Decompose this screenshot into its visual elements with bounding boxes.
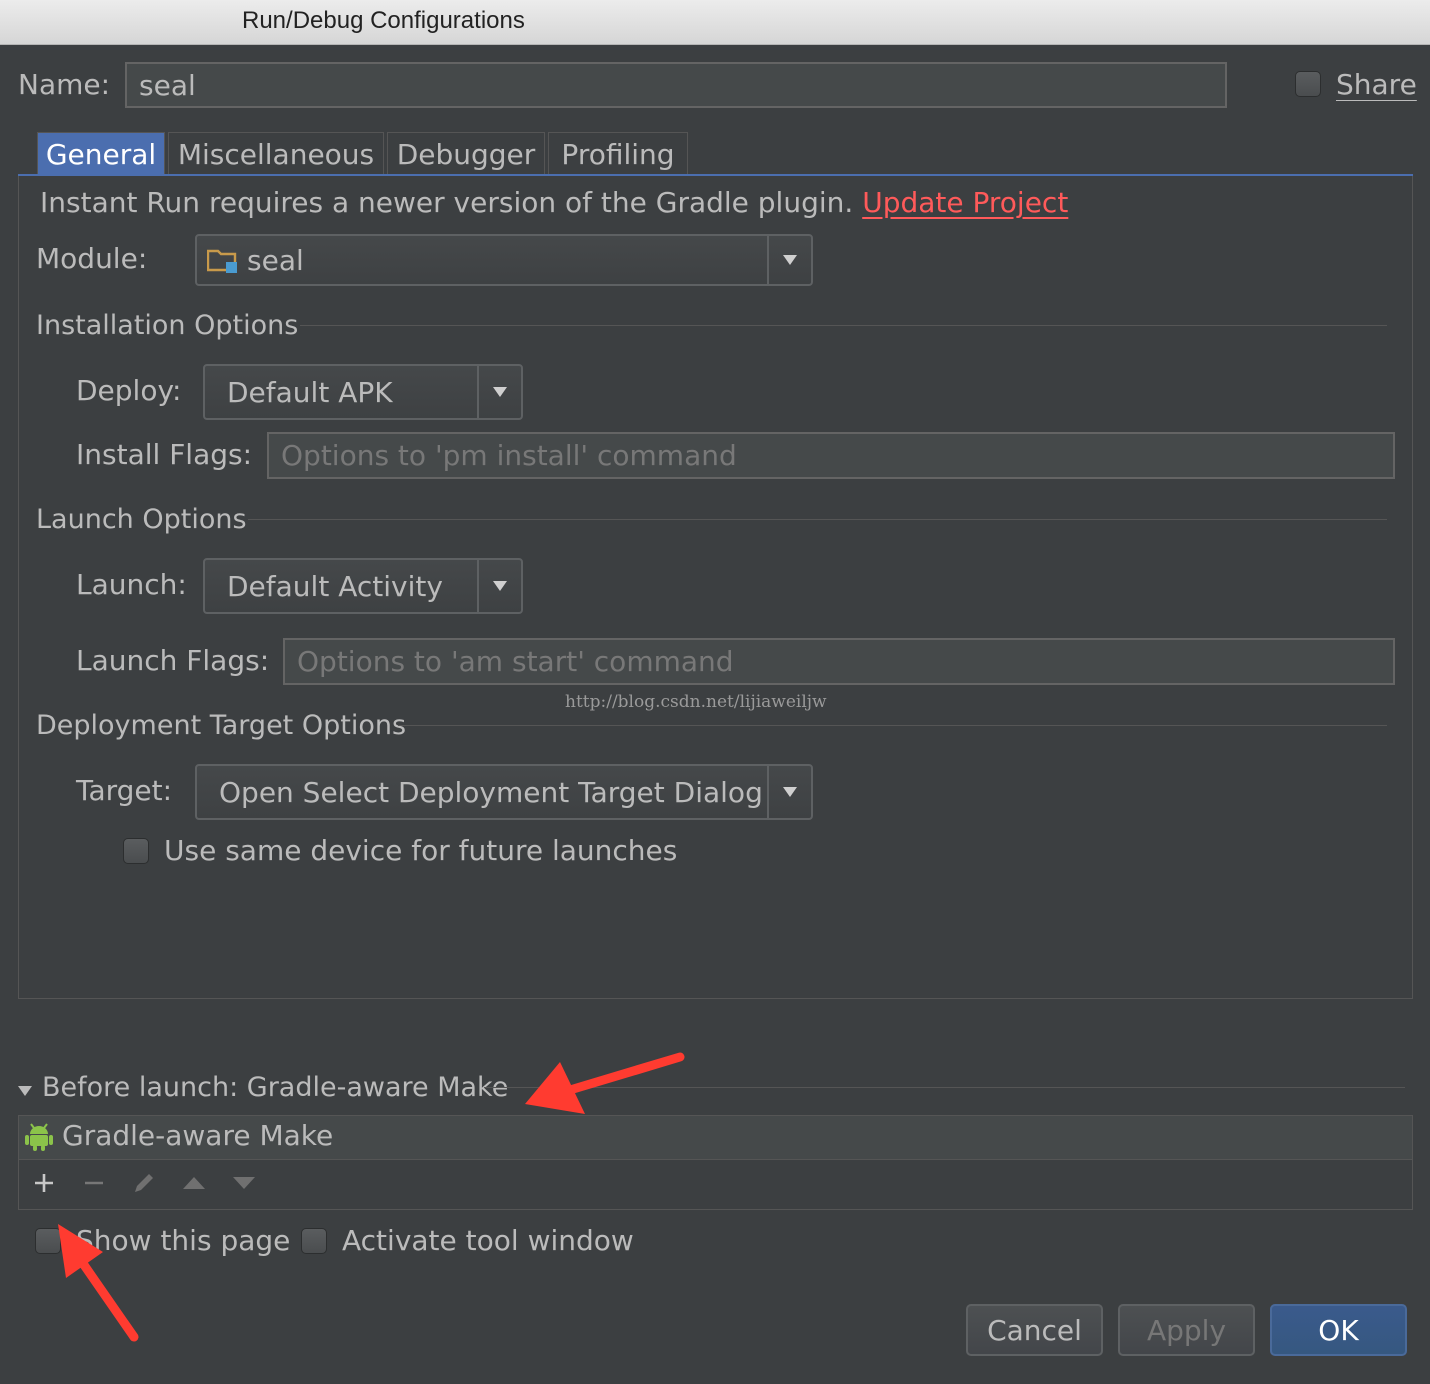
annotation-arrows — [58, 1052, 685, 1342]
annotation-arrow-show-page — [58, 1224, 139, 1342]
annotation-arrow-before-launch — [525, 1052, 685, 1114]
